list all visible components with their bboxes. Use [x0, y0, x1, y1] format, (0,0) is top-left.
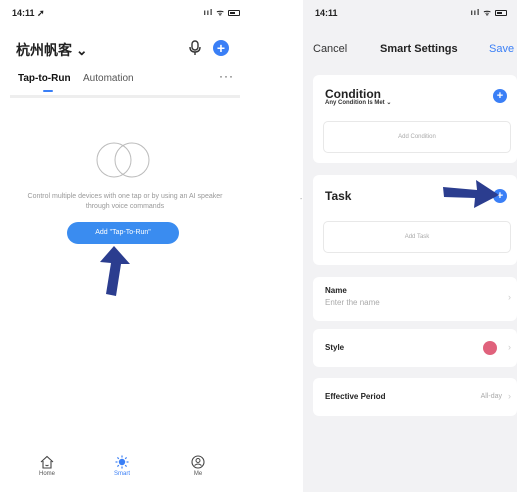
add-condition-button[interactable]: Add Condition: [323, 121, 511, 153]
add-scene-button[interactable]: +: [213, 40, 229, 56]
effective-period-label: Effective Period: [325, 392, 386, 401]
settings-header: Cancel Smart Settings Save: [303, 40, 517, 60]
task-title: Task: [325, 189, 352, 203]
status-time: 14:11 ➚: [12, 8, 45, 18]
home-selector[interactable]: 杭州帆客 ⌄: [16, 40, 88, 60]
cancel-button[interactable]: Cancel: [313, 43, 347, 55]
nav-me[interactable]: Me: [178, 455, 218, 477]
nav-home-label: Home: [38, 471, 55, 477]
save-button[interactable]: Save: [489, 43, 514, 55]
nav-me-label: Me: [193, 471, 203, 477]
condition-mode-selector[interactable]: Any Condition Is Met ⌄: [325, 99, 391, 106]
pointer-arrow-right: [443, 180, 499, 208]
home-icon: [40, 455, 54, 469]
effective-period-value: All-day: [480, 393, 502, 400]
me-icon: [191, 455, 205, 469]
tab-tap-to-run[interactable]: Tap-to-Run: [18, 73, 71, 84]
separator-mark: -: [300, 196, 303, 203]
add-tap-to-run-button[interactable]: Add "Tap-To-Run": [67, 222, 179, 244]
signal-wifi-icon: ııl ᯤ: [470, 8, 492, 17]
more-options-icon[interactable]: ···: [219, 69, 234, 83]
status-bar: 14:11 ııl ᯤ: [303, 0, 517, 24]
nav-home[interactable]: Home: [27, 455, 67, 477]
scene-tabs: Tap-to-Run Automation ···: [18, 69, 234, 93]
chevron-right-icon: ›: [508, 391, 511, 401]
style-row[interactable]: Style ›: [313, 329, 517, 367]
tab-automation[interactable]: Automation: [83, 73, 134, 84]
name-input[interactable]: Enter the name: [325, 298, 380, 307]
chevron-right-icon: ›: [508, 342, 511, 352]
status-time: 14:11: [315, 8, 338, 18]
battery-icon: [495, 9, 507, 16]
add-task-button[interactable]: Add Task: [323, 221, 511, 253]
nav-smart-label: Smart: [113, 471, 130, 477]
condition-card: Condition Any Condition Is Met ⌄ + Add C…: [313, 75, 517, 163]
status-icons: ııl ᯤ: [204, 7, 240, 18]
left-phone-screen: 14:11 ➚ ııl ᯤ 杭州帆客 ⌄ + Tap-to-Run Automa…: [0, 0, 250, 492]
style-label: Style: [325, 343, 345, 352]
effective-period-row[interactable]: Effective Period All-day ›: [313, 378, 517, 416]
right-phone-screen: 14:11 ııl ᯤ Cancel Smart Settings Save C…: [303, 0, 517, 492]
name-label: Name: [325, 286, 347, 295]
tabs-divider: [10, 95, 240, 98]
status-icons: ııl ᯤ: [471, 7, 507, 18]
linked-rings-icon: [96, 142, 150, 178]
add-condition-icon[interactable]: +: [493, 89, 507, 103]
style-color-swatch: [483, 341, 497, 355]
name-row[interactable]: Name Enter the name ›: [313, 277, 517, 321]
page-title: Smart Settings: [380, 43, 458, 55]
empty-state-hint: Control multiple devices with one tap or…: [27, 193, 223, 210]
pointer-arrow-up: [100, 246, 130, 296]
battery-icon: [228, 9, 240, 16]
microphone-icon[interactable]: [188, 40, 202, 56]
chevron-right-icon: ›: [508, 292, 511, 302]
active-tab-indicator: [43, 90, 53, 92]
smart-sun-icon: [115, 455, 129, 469]
status-bar: 14:11 ➚ ııl ᯤ: [0, 0, 250, 24]
signal-wifi-icon: ııl ᯤ: [203, 8, 225, 17]
nav-smart[interactable]: Smart: [102, 455, 142, 477]
